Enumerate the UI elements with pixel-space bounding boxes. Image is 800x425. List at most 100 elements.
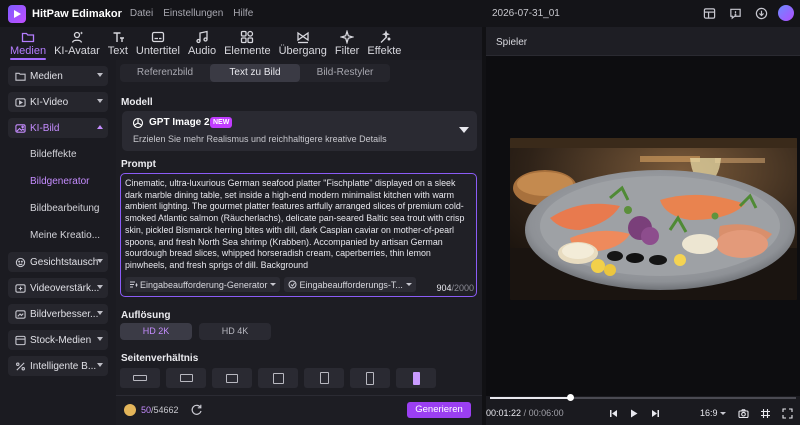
menu-datei[interactable]: Datei	[130, 8, 153, 19]
tab-medien[interactable]: Medien	[6, 27, 50, 60]
tab-bild-restyler[interactable]: Bild-Restyler	[300, 64, 390, 82]
image-icon	[14, 122, 26, 134]
sidebar-subitem-bildbearbeitung[interactable]: Bildbearbeitung	[8, 195, 108, 222]
title-bar: HitPaw Edimakor Datei Einstellungen Hilf…	[0, 0, 800, 27]
sidebar-subitem-meine-kreationen[interactable]: Meine Kreatio...	[8, 222, 108, 249]
sidebar-item-videoverstaerker[interactable]: Videoverstärk...	[8, 278, 108, 298]
tab-untertitel[interactable]: Untertitel	[132, 27, 184, 60]
resolution-hd-2k[interactable]: HD 2K	[120, 323, 192, 340]
aspect-ratio-9-16[interactable]	[396, 368, 436, 388]
tab-audio[interactable]: Audio	[184, 27, 220, 60]
sidebar-item-label: KI-Bild	[30, 122, 60, 134]
preview-image	[510, 138, 797, 300]
char-max: /2000	[451, 283, 474, 293]
sidebar-subitem-bildeffekte[interactable]: Bildeffekte	[8, 141, 108, 168]
chevron-down-icon	[97, 285, 103, 289]
char-counter: 904/2000	[436, 283, 474, 293]
sidebar-item-ki-video[interactable]: KI-Video	[8, 92, 108, 112]
aspect-ratio-21-9[interactable]	[120, 368, 160, 388]
tab-effekte[interactable]: Effekte	[363, 27, 405, 60]
prompt-textarea[interactable]: Cinematic, ultra-luxurious German seafoo…	[120, 173, 477, 297]
chevron-down-icon	[97, 311, 103, 315]
model-description: Erzielen Sie mehr Realismus und reichhal…	[133, 134, 387, 144]
generate-button[interactable]: Generieren	[407, 402, 471, 418]
sidebar-item-ki-bild[interactable]: KI-Bild	[8, 118, 108, 138]
video-icon	[14, 96, 26, 108]
tab-elemente[interactable]: Elemente	[220, 27, 274, 60]
tab-referenzbild[interactable]: Referenzbild	[120, 64, 210, 82]
app-logo	[8, 4, 26, 23]
prompt-template-dropdown[interactable]: Eingabeaufforderungs-T...	[284, 277, 416, 292]
previous-frame-icon[interactable]	[606, 406, 620, 420]
feedback-icon[interactable]	[726, 4, 744, 22]
sidebar-item-medien[interactable]: Medien	[8, 66, 108, 86]
sidebar-item-bildverbesserer[interactable]: Bildverbesser...	[8, 304, 108, 324]
face-swap-icon	[14, 256, 26, 268]
prompt-generator-label: Eingabeaufforderung-Generator	[140, 279, 268, 290]
sidebar: Medien KI-Video KI-Bild Bildeffekte Bild…	[0, 60, 116, 425]
subtitle-icon	[151, 31, 165, 43]
user-avatar[interactable]	[778, 5, 794, 21]
layout-icon[interactable]	[700, 4, 718, 22]
tab-label: Übergang	[278, 45, 327, 57]
fullscreen-icon[interactable]	[780, 406, 794, 420]
sidebar-item-label: Bildverbesser...	[30, 308, 99, 320]
next-frame-icon[interactable]	[648, 406, 662, 420]
play-icon[interactable]	[626, 406, 640, 420]
char-count: 904	[436, 283, 452, 293]
tab-label: Text	[107, 45, 128, 57]
resolution-hd-4k[interactable]: HD 4K	[199, 323, 271, 340]
tab-label: Medien	[10, 45, 47, 57]
main-toolbar: Medien KI-Avatar Text Untertitel Audio E…	[0, 27, 482, 60]
prompt-text[interactable]: Cinematic, ultra-luxurious German seafoo…	[125, 178, 471, 272]
avatar-icon	[71, 31, 83, 43]
menu-hilfe[interactable]: Hilfe	[233, 8, 253, 19]
aspect-ratio-1-1[interactable]	[258, 368, 298, 388]
aspect-ratio-select[interactable]: 16:9	[700, 408, 725, 418]
new-badge: NEW	[210, 117, 233, 128]
menu-einstellungen[interactable]: Einstellungen	[163, 8, 223, 19]
sidebar-item-intelligente-b[interactable]: Intelligente B...	[8, 356, 108, 376]
progress-knob[interactable]	[566, 394, 574, 401]
download-icon[interactable]	[752, 4, 770, 22]
chevron-down-icon	[97, 99, 103, 103]
sidebar-item-gesichtstausch[interactable]: Gesichtstausch	[8, 252, 108, 272]
refresh-icon[interactable]	[190, 403, 203, 416]
credits-total: /54662	[151, 405, 179, 415]
image-generator-panel: Referenzbild Text zu Bild Bild-Restyler …	[116, 60, 482, 425]
tab-label: Effekte	[367, 45, 402, 57]
sidebar-subitem-bildgenerator[interactable]: Bildgenerator	[8, 168, 108, 195]
player-panel: Spieler 00:01:22 / 00:06:00 16:9	[486, 27, 800, 425]
tab-uebergang[interactable]: Übergang	[275, 27, 331, 60]
tab-label: Filter	[334, 45, 360, 57]
sidebar-item-stock-medien[interactable]: Stock-Medien	[8, 330, 108, 350]
aspect-ratio-2-3[interactable]	[350, 368, 390, 388]
progress-fill	[490, 397, 570, 399]
aspect-ratio-options	[120, 368, 436, 388]
playback-progress[interactable]	[490, 394, 796, 401]
snapshot-icon[interactable]	[736, 406, 750, 420]
tab-ki-avatar[interactable]: KI-Avatar	[50, 27, 104, 60]
aspect-ratio-3-4[interactable]	[304, 368, 344, 388]
tab-text[interactable]: Text	[104, 27, 132, 60]
elements-icon	[241, 30, 254, 44]
tab-text-zu-bild[interactable]: Text zu Bild	[210, 64, 300, 82]
image-enhance-icon	[14, 308, 26, 320]
model-label: Modell	[121, 97, 153, 108]
chevron-down-icon	[97, 337, 103, 341]
sidebar-item-label: Intelligente B...	[30, 360, 97, 372]
tab-label: Audio	[187, 45, 217, 57]
player-title: Spieler	[496, 37, 528, 48]
model-select[interactable]: GPT Image 2 NEW Erzielen Sie mehr Realis…	[122, 111, 477, 151]
prompt-generator-dropdown[interactable]: Eingabeaufforderung-Generator	[125, 277, 281, 292]
aspect-ratio-4-3[interactable]	[212, 368, 252, 388]
tab-filter[interactable]: Filter	[331, 27, 363, 60]
effects-icon	[380, 30, 391, 43]
grid-icon[interactable]	[758, 406, 772, 420]
chevron-down-icon	[97, 363, 103, 367]
current-time: 00:01:22	[486, 408, 522, 418]
chevron-down-icon	[459, 127, 469, 133]
music-note-icon	[196, 30, 208, 44]
aspect-ratio-16-9[interactable]	[166, 368, 206, 388]
credits-used: 50	[141, 405, 152, 415]
